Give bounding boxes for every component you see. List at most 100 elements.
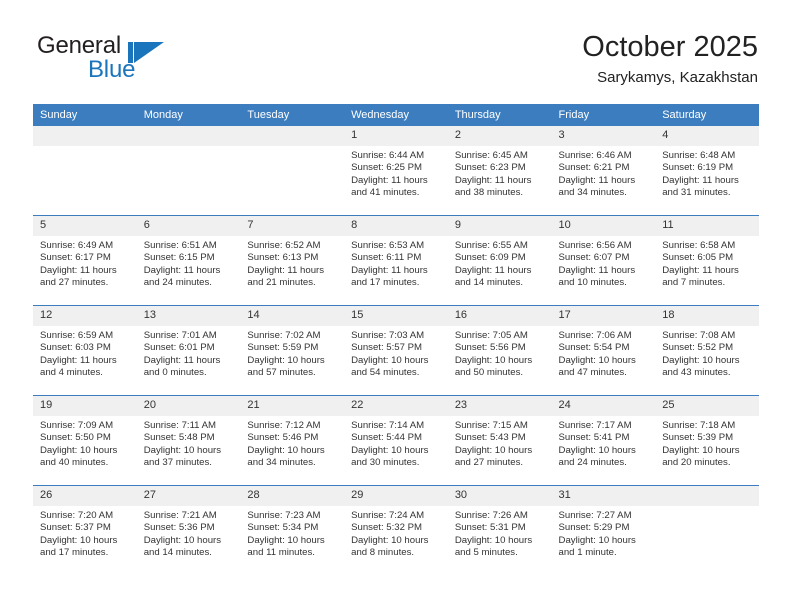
sunset-text: Sunset: 5:44 PM bbox=[351, 432, 423, 444]
day-cell[interactable]: 28 Sunrise: 7:23 AM Sunset: 5:34 PM Dayligh… bbox=[240, 486, 345, 575]
day-cell[interactable]: 27 Sunrise: 7:21 AM Sunset: 5:36 PM Dayligh… bbox=[136, 486, 241, 575]
day-cell[interactable]: 31 Sunrise: 7:27 AM Sunset: 5:29 PM Dayligh… bbox=[551, 486, 656, 575]
day-info: Sunrise: 7:05 AM Sunset: 5:56 PM Daylight:… bbox=[448, 326, 552, 379]
day-number: 1 bbox=[344, 126, 448, 146]
sunrise-text: Sunrise: 7:03 AM bbox=[351, 330, 425, 341]
sunrise-text: Sunrise: 6:46 AM bbox=[558, 150, 632, 161]
daylight-text-line2: and 11 minutes. bbox=[247, 546, 315, 558]
sunrise-text: Sunrise: 7:05 AM bbox=[454, 330, 528, 341]
daylight-text-line2: and 27 minutes. bbox=[454, 456, 524, 468]
sunrise-text: Sunrise: 6:45 AM bbox=[454, 150, 528, 161]
daylight-text-line2: and 10 minutes. bbox=[558, 276, 627, 288]
day-cell[interactable]: 24 Sunrise: 7:17 AM Sunset: 5:41 PM Dayligh… bbox=[551, 396, 656, 485]
weekday-header-thursday: Thursday bbox=[447, 104, 552, 126]
weekday-header-friday: Friday bbox=[551, 104, 656, 126]
sunrise-text: Sunrise: 7:01 AM bbox=[143, 330, 217, 341]
day-info: Sunrise: 7:21 AM Sunset: 5:36 PM Daylight:… bbox=[137, 506, 241, 559]
daylight-text-line2: and 14 minutes. bbox=[454, 276, 524, 288]
sunrise-text: Sunrise: 7:18 AM bbox=[662, 420, 736, 431]
daylight-text-line2: and 5 minutes. bbox=[454, 546, 518, 558]
day-cell[interactable]: 21 Sunrise: 7:12 AM Sunset: 5:46 PM Dayligh… bbox=[240, 396, 345, 485]
day-info: Sunrise: 6:56 AM Sunset: 6:07 PM Daylight:… bbox=[552, 236, 656, 289]
daylight-text-line2: and 24 minutes. bbox=[558, 456, 627, 468]
daylight-text-line1: Daylight: 10 hours bbox=[662, 354, 740, 366]
sunset-text: Sunset: 5:52 PM bbox=[662, 342, 734, 354]
sunset-text: Sunset: 6:05 PM bbox=[662, 252, 734, 264]
daylight-text-line2: and 17 minutes. bbox=[40, 546, 109, 558]
day-cell[interactable]: 1 Sunrise: 6:44 AM Sunset: 6:25 PM Daylight… bbox=[344, 126, 448, 215]
calendar-cell: 10 Sunrise: 6:56 AM Sunset: 6:07 PM Dayligh… bbox=[551, 215, 656, 306]
day-number bbox=[33, 126, 137, 146]
calendar-cell: 20 Sunrise: 7:11 AM Sunset: 5:48 PM Dayligh… bbox=[136, 395, 241, 486]
day-cell[interactable]: 3 Sunrise: 6:46 AM Sunset: 6:21 PM Daylight… bbox=[551, 126, 656, 215]
day-info: Sunrise: 7:03 AM Sunset: 5:57 PM Daylight:… bbox=[344, 326, 448, 379]
daylight-text-line1: Daylight: 11 hours bbox=[454, 264, 532, 276]
sunset-text: Sunset: 6:15 PM bbox=[143, 252, 215, 264]
daylight-text-line2: and 17 minutes. bbox=[351, 276, 420, 288]
sunset-text: Sunset: 5:59 PM bbox=[247, 342, 319, 354]
day-cell[interactable]: 19 Sunrise: 7:09 AM Sunset: 5:50 PM Dayligh… bbox=[33, 396, 137, 485]
day-cell[interactable]: 26 Sunrise: 7:20 AM Sunset: 5:37 PM Dayligh… bbox=[33, 486, 137, 575]
day-cell[interactable]: 12 Sunrise: 6:59 AM Sunset: 6:03 PM Dayligh… bbox=[33, 306, 137, 395]
daylight-text-line2: and 31 minutes. bbox=[662, 186, 731, 198]
day-cell[interactable]: 4 Sunrise: 6:48 AM Sunset: 6:19 PM Daylight… bbox=[655, 126, 759, 215]
sunset-text: Sunset: 6:11 PM bbox=[351, 252, 422, 264]
weekday-header-saturday: Saturday bbox=[655, 104, 759, 126]
weekday-header-tuesday: Tuesday bbox=[240, 104, 345, 126]
calendar-cell: 31 Sunrise: 7:27 AM Sunset: 5:29 PM Dayligh… bbox=[551, 485, 656, 575]
page-title: October 2025 bbox=[582, 31, 758, 63]
daylight-text-line1: Daylight: 11 hours bbox=[558, 264, 636, 276]
day-info: Sunrise: 7:08 AM Sunset: 5:52 PM Daylight:… bbox=[655, 326, 759, 379]
calendar-page: General Blue October 2025 Sarykamys, Kaz… bbox=[0, 0, 792, 612]
day-cell[interactable]: 11 Sunrise: 6:58 AM Sunset: 6:05 PM Dayligh… bbox=[655, 216, 759, 305]
day-cell[interactable]: 22 Sunrise: 7:14 AM Sunset: 5:44 PM Dayligh… bbox=[344, 396, 448, 485]
day-number: 26 bbox=[33, 486, 137, 506]
sunrise-text: Sunrise: 7:14 AM bbox=[351, 420, 425, 431]
calendar-week-row: 1 Sunrise: 6:44 AM Sunset: 6:25 PM Daylight… bbox=[33, 126, 759, 216]
day-info: Sunrise: 6:49 AM Sunset: 6:17 PM Daylight:… bbox=[33, 236, 137, 289]
daylight-text-line1: Daylight: 10 hours bbox=[558, 534, 636, 546]
day-number: 11 bbox=[655, 216, 759, 236]
calendar-cell: 26 Sunrise: 7:20 AM Sunset: 5:37 PM Dayligh… bbox=[33, 485, 137, 575]
daylight-text-line1: Daylight: 11 hours bbox=[662, 174, 739, 186]
day-cell[interactable]: 5 Sunrise: 6:49 AM Sunset: 6:17 PM Daylight… bbox=[33, 216, 137, 305]
day-number: 14 bbox=[240, 306, 345, 326]
sunset-text: Sunset: 5:48 PM bbox=[143, 432, 215, 444]
day-cell[interactable]: 9 Sunrise: 6:55 AM Sunset: 6:09 PM Daylight… bbox=[447, 216, 552, 305]
day-cell[interactable]: 25 Sunrise: 7:18 AM Sunset: 5:39 PM Dayligh… bbox=[655, 396, 759, 485]
calendar-cell: 13 Sunrise: 7:01 AM Sunset: 6:01 PM Dayligh… bbox=[136, 305, 241, 396]
calendar-cell: 11 Sunrise: 6:58 AM Sunset: 6:05 PM Dayligh… bbox=[655, 215, 759, 306]
day-cell[interactable]: 30 Sunrise: 7:26 AM Sunset: 5:31 PM Dayligh… bbox=[447, 486, 552, 575]
day-cell[interactable]: 17 Sunrise: 7:06 AM Sunset: 5:54 PM Dayligh… bbox=[551, 306, 656, 395]
day-number: 7 bbox=[240, 216, 345, 236]
day-cell[interactable]: 18 Sunrise: 7:08 AM Sunset: 5:52 PM Dayligh… bbox=[655, 306, 759, 395]
day-cell[interactable]: 10 Sunrise: 6:56 AM Sunset: 6:07 PM Dayligh… bbox=[551, 216, 656, 305]
calendar-week-row: 26 Sunrise: 7:20 AM Sunset: 5:37 PM Dayligh… bbox=[33, 485, 759, 575]
daylight-text-line1: Daylight: 10 hours bbox=[351, 354, 429, 366]
day-cell[interactable]: 8 Sunrise: 6:53 AM Sunset: 6:11 PM Daylight… bbox=[344, 216, 448, 305]
sunrise-text: Sunrise: 7:08 AM bbox=[662, 330, 736, 341]
day-cell[interactable]: 29 Sunrise: 7:24 AM Sunset: 5:32 PM Dayligh… bbox=[344, 486, 448, 575]
day-cell[interactable]: 20 Sunrise: 7:11 AM Sunset: 5:48 PM Dayligh… bbox=[136, 396, 241, 485]
daylight-text-line1: Daylight: 11 hours bbox=[40, 354, 117, 366]
day-cell[interactable]: 6 Sunrise: 6:51 AM Sunset: 6:15 PM Daylight… bbox=[136, 216, 241, 305]
day-number: 9 bbox=[447, 216, 552, 236]
calendar-cell: 22 Sunrise: 7:14 AM Sunset: 5:44 PM Dayligh… bbox=[344, 395, 448, 486]
general-blue-logo[interactable]: General Blue bbox=[33, 33, 253, 85]
day-cell[interactable]: 15 Sunrise: 7:03 AM Sunset: 5:57 PM Dayligh… bbox=[344, 306, 448, 395]
day-cell[interactable]: 2 Sunrise: 6:45 AM Sunset: 6:23 PM Daylight… bbox=[447, 126, 552, 215]
calendar-cell: 15 Sunrise: 7:03 AM Sunset: 5:57 PM Dayligh… bbox=[344, 305, 448, 396]
daylight-text-line2: and 30 minutes. bbox=[351, 456, 420, 468]
day-info: Sunrise: 7:01 AM Sunset: 6:01 PM Daylight:… bbox=[137, 326, 241, 379]
day-cell[interactable]: 23 Sunrise: 7:15 AM Sunset: 5:43 PM Dayligh… bbox=[447, 396, 552, 485]
daylight-text-line2: and 41 minutes. bbox=[351, 186, 420, 198]
day-info: Sunrise: 6:44 AM Sunset: 6:25 PM Daylight:… bbox=[344, 146, 448, 199]
sunset-text: Sunset: 6:03 PM bbox=[40, 342, 111, 354]
day-number: 28 bbox=[240, 486, 345, 506]
day-cell[interactable]: 14 Sunrise: 7:02 AM Sunset: 5:59 PM Dayligh… bbox=[240, 306, 345, 395]
day-cell[interactable]: 16 Sunrise: 7:05 AM Sunset: 5:56 PM Dayligh… bbox=[447, 306, 552, 395]
day-cell[interactable]: 7 Sunrise: 6:52 AM Sunset: 6:13 PM Daylight… bbox=[240, 216, 345, 305]
day-cell[interactable]: 13 Sunrise: 7:01 AM Sunset: 6:01 PM Dayligh… bbox=[136, 306, 241, 395]
calendar-cell: 9 Sunrise: 6:55 AM Sunset: 6:09 PM Daylight… bbox=[447, 215, 552, 306]
daylight-text-line1: Daylight: 11 hours bbox=[351, 174, 428, 186]
